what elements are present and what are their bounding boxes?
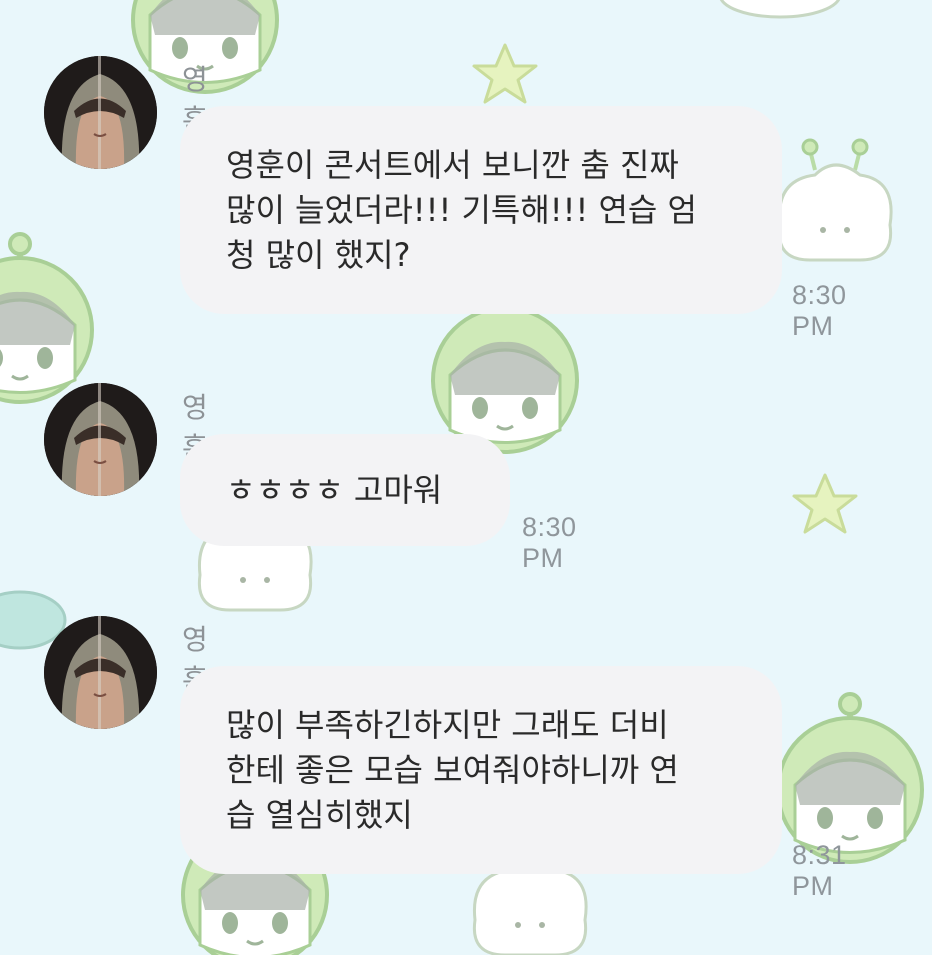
avatar-photo-icon	[44, 56, 157, 169]
avatar[interactable]	[44, 616, 157, 729]
message-time: 8:30 PM	[792, 280, 847, 341]
message-bubble[interactable]: 많이 부족하긴하지만 그래도 더비 한테 좋은 모습 보여줘야하니까 연 습 열…	[180, 666, 782, 874]
message-bubble[interactable]: ㅎㅎㅎㅎ 고마워	[180, 434, 510, 546]
message-time: 8:31 PM	[792, 840, 847, 901]
avatar[interactable]	[44, 383, 157, 496]
avatar-photo-icon	[44, 616, 157, 729]
avatar-photo-icon	[44, 383, 157, 496]
message-text: 영훈이 콘서트에서 보니깐 춤 진짜 많이 늘었더라!!! 기특해!!! 연습 …	[226, 145, 697, 274]
message-text: 많이 부족하긴하지만 그래도 더비 한테 좋은 모습 보여줘야하니까 연 습 열…	[226, 705, 679, 834]
message-time: 8:30 PM	[522, 512, 577, 573]
message-text: ㅎㅎㅎㅎ 고마워	[226, 470, 443, 509]
message-bubble[interactable]: 영훈이 콘서트에서 보니깐 춤 진짜 많이 늘었더라!!! 기특해!!! 연습 …	[180, 106, 782, 314]
avatar[interactable]	[44, 56, 157, 169]
